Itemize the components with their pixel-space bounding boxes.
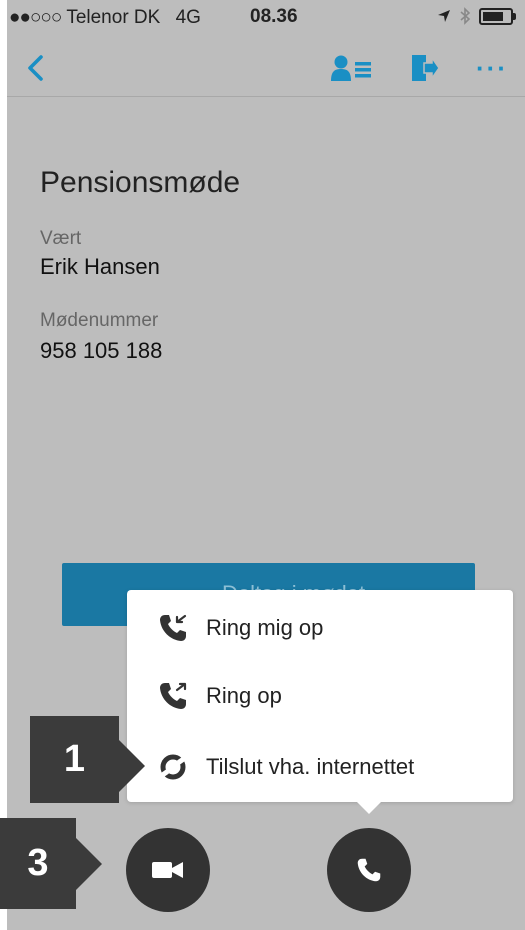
bluetooth-icon: [460, 7, 471, 25]
audio-call-button[interactable]: [327, 828, 411, 912]
exit-door-icon: [412, 55, 440, 81]
host-name: Erik Hansen: [40, 254, 160, 279]
status-time: 08.36: [250, 6, 298, 27]
location-arrow-icon: [438, 10, 450, 22]
meeting-number: 958 105 188: [40, 338, 163, 363]
callout-3: 3: [0, 818, 76, 909]
host-label: Vært: [40, 228, 82, 249]
menu-item-call-in[interactable]: Ring op: [127, 661, 513, 731]
internet-audio-icon: [157, 751, 189, 783]
menu-item-call-me-label: Ring mig op: [206, 615, 324, 640]
network-type: 4G: [175, 7, 201, 28]
callout-1-number: 1: [63, 738, 86, 780]
participants-button[interactable]: [327, 40, 377, 96]
carrier-name: Telenor DK: [66, 7, 161, 28]
menu-item-call-me[interactable]: Ring mig op: [127, 593, 513, 663]
navigation-bar: ···: [7, 40, 525, 97]
phone-outgoing-icon: [157, 680, 189, 712]
menu-item-call-in-label: Ring op: [206, 683, 282, 708]
participants-list-icon: [331, 55, 371, 81]
status-bar: ●●○○○ Telenor DK 4G 08.36: [7, 0, 525, 40]
more-icon: ···: [476, 52, 508, 83]
more-button[interactable]: ···: [469, 40, 515, 96]
menu-item-internet-audio-label: Tilslut vha. internettet: [206, 754, 415, 779]
callout-3-number: 3: [27, 842, 49, 884]
leave-button[interactable]: [405, 40, 445, 96]
callout-1: 1: [30, 716, 119, 803]
chevron-left-icon: [28, 55, 43, 81]
callout-1-arrow: [119, 740, 145, 792]
meeting-number-label: Mødenummer: [40, 310, 159, 331]
menu-item-internet-audio[interactable]: Tilslut vha. internettet: [127, 732, 513, 802]
meeting-title: Pensionsmøde: [40, 166, 241, 199]
popup-pointer: [355, 800, 383, 814]
back-button[interactable]: [17, 40, 53, 96]
carrier-info: ●●○○○ Telenor DK 4G: [9, 7, 201, 29]
phone-icon: [357, 858, 381, 882]
audio-options-menu: Ring mig op Ring op Tilslut vha. interne…: [127, 590, 513, 802]
status-right: [437, 7, 516, 25]
video-camera-icon: [152, 862, 183, 878]
phone-incoming-icon: [157, 612, 189, 644]
battery-icon: [479, 7, 516, 25]
callout-3-arrow: [76, 838, 102, 890]
signal-strength: ●●○○○: [9, 7, 62, 28]
video-button[interactable]: [126, 828, 210, 912]
